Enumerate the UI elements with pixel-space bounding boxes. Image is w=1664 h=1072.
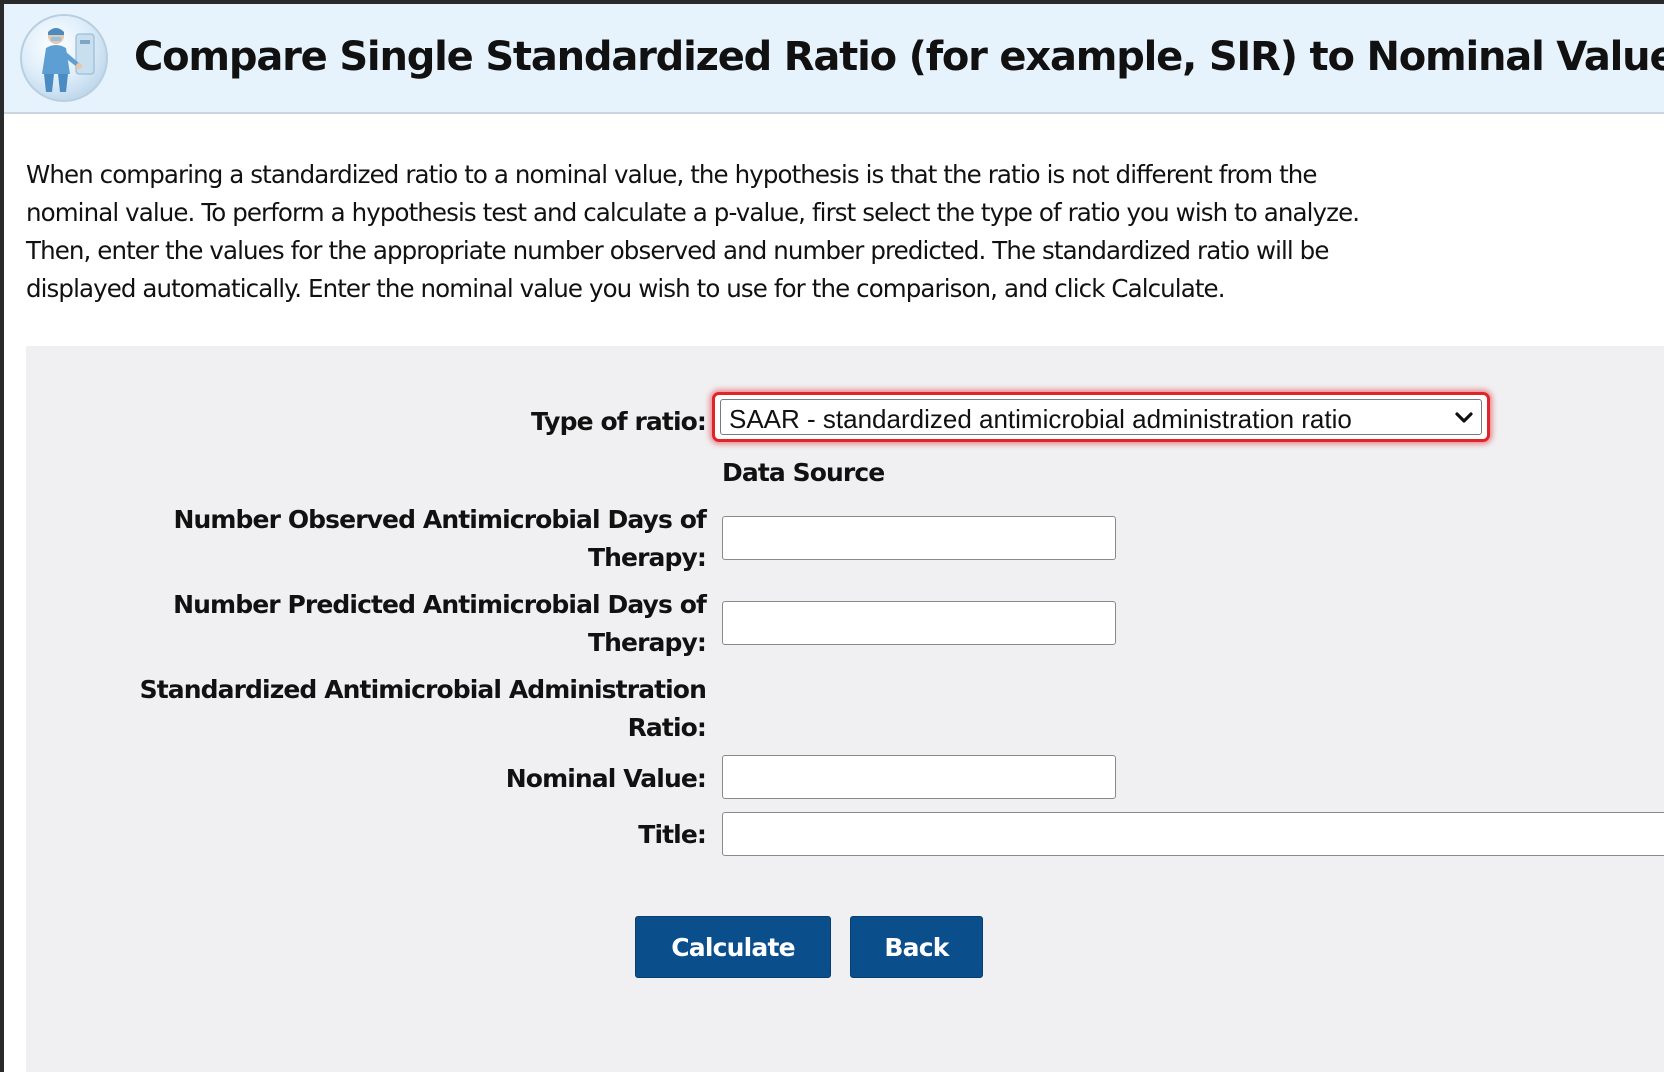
ratio-label-line2: Ratio:: [627, 713, 707, 742]
predicted-days-input[interactable]: [722, 601, 1116, 645]
predicted-label-line2: Therapy:: [588, 628, 707, 657]
intro-line: When comparing a standardized ratio to a…: [26, 160, 1317, 189]
type-of-ratio-label: Type of ratio:: [531, 407, 707, 436]
select-box[interactable]: SAAR - standardized antimicrobial admini…: [720, 399, 1482, 435]
ratio-label-line1: Standardized Antimicrobial Administratio…: [139, 675, 707, 704]
intro-line: displayed automatically. Enter the nomin…: [26, 274, 1225, 303]
intro-line: Then, enter the values for the appropria…: [26, 236, 1329, 265]
select-value: SAAR - standardized antimicrobial admini…: [729, 404, 1352, 434]
data-source-label: Data Source: [722, 458, 885, 487]
nominal-value-label: Nominal Value:: [505, 764, 707, 793]
back-button[interactable]: Back: [850, 916, 983, 978]
observed-days-input[interactable]: [722, 516, 1116, 560]
intro-line: nominal value. To perform a hypothesis t…: [26, 198, 1360, 227]
title-input[interactable]: [722, 812, 1664, 856]
title-label: Title:: [638, 820, 707, 849]
type-of-ratio-select[interactable]: SAAR - standardized antimicrobial admini…: [712, 392, 1490, 442]
chevron-down-icon: [1455, 412, 1473, 423]
observed-label-line1: Number Observed Antimicrobial Days of: [173, 505, 706, 534]
observed-label-line2: Therapy:: [588, 543, 707, 572]
calculate-button[interactable]: Calculate: [635, 916, 831, 978]
page-header: Compare Single Standardized Ratio (for e…: [4, 4, 1664, 114]
healthcare-worker-icon: [20, 14, 108, 102]
page-frame: Compare Single Standardized Ratio (for e…: [0, 0, 1664, 1072]
nominal-value-input[interactable]: [722, 755, 1116, 799]
predicted-label-line1: Number Predicted Antimicrobial Days of: [173, 590, 707, 619]
intro-text: When comparing a standardized ratio to a…: [26, 156, 1664, 308]
page-title: Compare Single Standardized Ratio (for e…: [134, 34, 1664, 80]
